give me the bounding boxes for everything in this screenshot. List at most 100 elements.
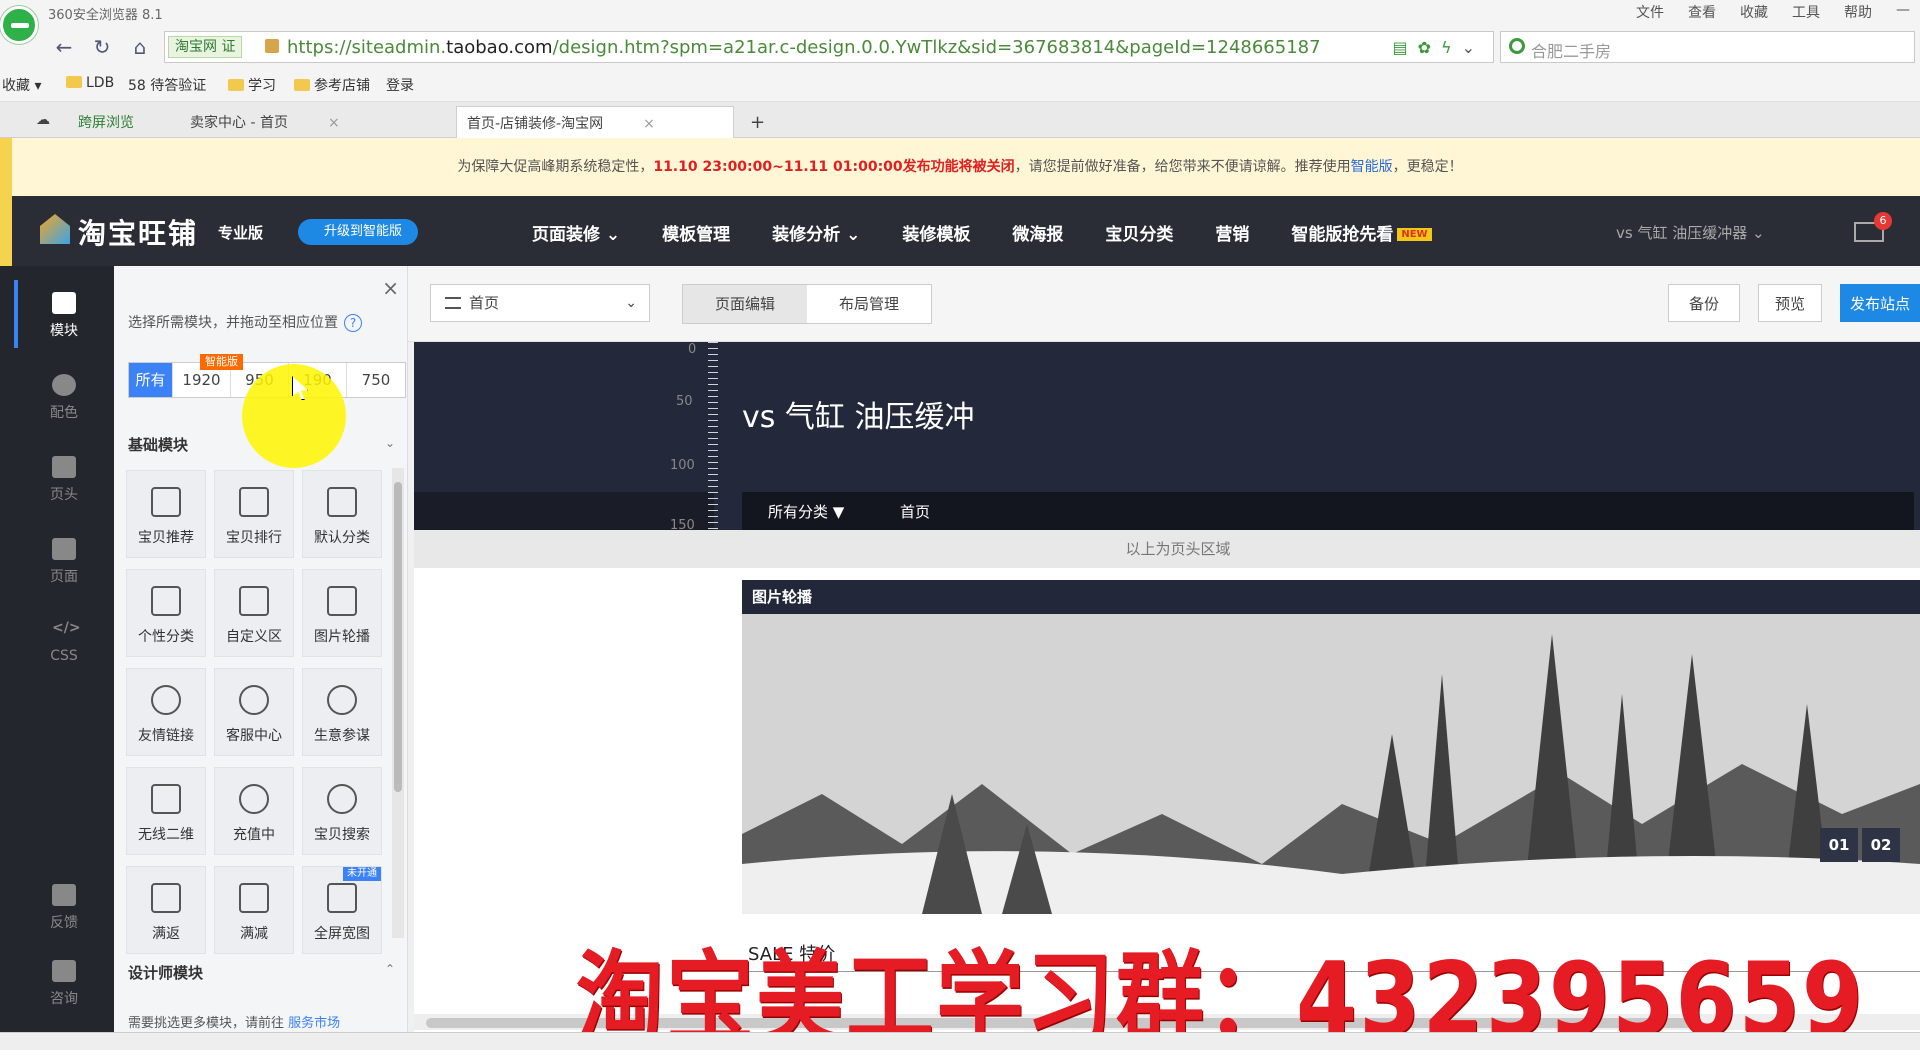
module-item[interactable]: 个性分类 bbox=[126, 569, 206, 657]
shop-select[interactable]: vs 气缸 油压缓冲器 ⌄ bbox=[1616, 222, 1765, 243]
home-icon[interactable]: ⌂ bbox=[126, 33, 154, 61]
header-nav: 页面装修 ⌄ 模板管理 装修分析 ⌄ 装修模板 微海报 宝贝分类 营销 智能版抢… bbox=[532, 220, 1474, 245]
editor-mode-tabs: 页面编辑 布局管理 bbox=[682, 284, 932, 324]
notice-link[interactable]: 智能版 bbox=[1351, 159, 1393, 175]
refresh-icon[interactable]: ↻ bbox=[88, 33, 116, 61]
page-select[interactable]: 首页 ⌄ bbox=[430, 284, 650, 322]
module-item[interactable]: 满减 bbox=[214, 866, 294, 954]
module-item[interactable]: 满返 bbox=[126, 866, 206, 954]
favorite-study[interactable]: 学习 bbox=[228, 75, 276, 95]
favorite-login[interactable]: 登录 bbox=[386, 75, 414, 95]
module-item[interactable]: 自定义区 bbox=[214, 569, 294, 657]
menu-tools[interactable]: 工具 bbox=[1792, 2, 1820, 22]
module-item[interactable]: 客服中心 bbox=[214, 668, 294, 756]
preview-button[interactable]: 预览 bbox=[1758, 284, 1822, 322]
width-tab-all[interactable]: 所有 bbox=[129, 363, 173, 397]
tab-shop-decoration[interactable]: 首页-店铺装修-淘宝网 × bbox=[456, 106, 734, 138]
module-item[interactable]: 友情链接 bbox=[126, 668, 206, 756]
carousel-module-title[interactable]: 图片轮播 bbox=[742, 580, 1920, 614]
chevron-down-icon[interactable]: ⌄ bbox=[1462, 38, 1475, 57]
width-tab-750[interactable]: 750 bbox=[347, 363, 405, 397]
rail-item-color[interactable]: 配色 bbox=[24, 374, 104, 422]
upgrade-button[interactable]: 升级到智能版 bbox=[298, 219, 418, 245]
palette-icon bbox=[52, 374, 76, 396]
module-item[interactable]: 宝贝推荐 bbox=[126, 470, 206, 558]
backup-button[interactable]: 备份 bbox=[1668, 284, 1740, 322]
nav-decoration-template[interactable]: 装修模板 bbox=[902, 220, 970, 245]
help-icon[interactable]: ? bbox=[344, 314, 362, 332]
shop-nav-all-categories[interactable]: 所有分类 ▼ bbox=[768, 501, 844, 522]
speed-icon[interactable]: ϟ bbox=[1441, 38, 1452, 57]
carousel-page-01[interactable]: 01 bbox=[1820, 828, 1858, 862]
url-text: https://siteadmin.taobao.com/design.htm?… bbox=[287, 37, 1321, 58]
favorites-menu[interactable]: 收藏 ▾ bbox=[2, 75, 41, 95]
nav-page-decoration[interactable]: 页面装修 ⌄ bbox=[532, 220, 620, 245]
tab-page-edit[interactable]: 页面编辑 bbox=[683, 285, 807, 323]
favorite-58[interactable]: 58 待答验证 bbox=[128, 75, 206, 95]
module-item[interactable]: 充值中 bbox=[214, 767, 294, 855]
rail-item-consult[interactable]: 咨询 bbox=[24, 960, 104, 1008]
favorite-ref-shop[interactable]: 参考店铺 bbox=[294, 75, 370, 95]
dollar-icon bbox=[239, 784, 269, 814]
nav-micro-poster[interactable]: 微海报 bbox=[1012, 220, 1063, 245]
compat-icon[interactable]: ✿ bbox=[1418, 38, 1431, 57]
tab-layout-manage[interactable]: 布局管理 bbox=[807, 285, 931, 323]
close-icon[interactable]: × bbox=[328, 115, 340, 131]
close-icon[interactable]: × bbox=[382, 276, 399, 300]
tab-cross-screen[interactable]: 跨屏浏览 bbox=[68, 106, 144, 138]
editor-toolbar: 首页 ⌄ 页面编辑 布局管理 备份 预览 发布站点 bbox=[408, 266, 1920, 342]
page-icon bbox=[52, 538, 76, 560]
menu-favorites[interactable]: 收藏 bbox=[1740, 2, 1768, 22]
left-rail: 模块 配色 页头 页面 </> CSS 反馈 咨询 bbox=[0, 266, 114, 1050]
panel-scrollbar[interactable] bbox=[392, 468, 404, 938]
module-item[interactable]: 默认分类 bbox=[302, 470, 382, 558]
tab-seller-center[interactable]: 卖家中心 - 首页 × bbox=[180, 106, 350, 138]
service-market-link[interactable]: 服务市场 bbox=[288, 1016, 340, 1031]
nav-item-category[interactable]: 宝贝分类 bbox=[1105, 220, 1173, 245]
compass-icon bbox=[327, 685, 357, 715]
ruler-label: 0 bbox=[688, 342, 697, 357]
designer-modules-title[interactable]: 设计师模块 bbox=[128, 962, 203, 983]
nav-marketing[interactable]: 营销 bbox=[1215, 220, 1249, 245]
rail-item-feedback[interactable]: 反馈 bbox=[24, 884, 104, 932]
search-input[interactable]: 合肥二手房 bbox=[1500, 31, 1915, 63]
module-grid-icon bbox=[52, 292, 76, 314]
minimize-icon[interactable]: — bbox=[1896, 2, 1910, 22]
menu-file[interactable]: 文件 bbox=[1636, 2, 1664, 22]
module-item[interactable]: 宝贝搜索 bbox=[302, 767, 382, 855]
close-icon[interactable]: × bbox=[643, 116, 655, 132]
module-item[interactable]: 未开通 全屏宽图 bbox=[302, 866, 382, 954]
reader-icon[interactable]: ▤ bbox=[1393, 38, 1408, 57]
image-carousel-icon bbox=[327, 586, 357, 616]
nav-decoration-analysis[interactable]: 装修分析 ⌄ bbox=[772, 220, 860, 245]
carousel-image[interactable]: 01 02 bbox=[742, 614, 1920, 914]
rail-item-header[interactable]: 页头 bbox=[24, 456, 104, 504]
url-input[interactable]: 淘宝网 证 https://siteadmin.taobao.com/desig… bbox=[164, 31, 1494, 63]
rail-item-css[interactable]: </> CSS bbox=[24, 620, 104, 664]
module-item[interactable]: 图片轮播 bbox=[302, 569, 382, 657]
module-item[interactable]: 无线二维 bbox=[126, 767, 206, 855]
cloud-icon[interactable]: ☁ bbox=[26, 106, 60, 138]
module-item[interactable]: 生意参谋 bbox=[302, 668, 382, 756]
nav-template-manage[interactable]: 模板管理 bbox=[662, 220, 730, 245]
menu-view[interactable]: 查看 bbox=[1688, 2, 1716, 22]
rail-item-page[interactable]: 页面 bbox=[24, 538, 104, 586]
rail-item-module[interactable]: 模块 bbox=[24, 292, 104, 340]
scroll-thumb[interactable] bbox=[394, 482, 402, 792]
site-verified-chip[interactable]: 淘宝网 证 bbox=[168, 36, 243, 58]
menu-help[interactable]: 帮助 bbox=[1844, 2, 1872, 22]
mail-count-badge: 6 bbox=[1874, 212, 1892, 230]
edit-icon bbox=[52, 884, 76, 906]
chevron-up-icon[interactable]: ⌃ bbox=[385, 962, 395, 976]
back-arrow-icon[interactable]: ← bbox=[50, 33, 78, 61]
shop-nav-home[interactable]: 首页 bbox=[900, 501, 930, 522]
nav-smart-preview[interactable]: 智能版抢先看 NEW bbox=[1291, 220, 1432, 245]
new-tab-icon[interactable]: + bbox=[740, 106, 775, 138]
shop-nav: 所有分类 ▼ 首页 bbox=[742, 492, 1914, 530]
carousel-page-02[interactable]: 02 bbox=[1862, 828, 1900, 862]
chevron-down-icon[interactable]: ⌄ bbox=[385, 436, 395, 450]
module-item[interactable]: 宝贝排行 bbox=[214, 470, 294, 558]
favorite-ldb[interactable]: LDB bbox=[66, 75, 114, 91]
basic-modules-title[interactable]: 基础模块 bbox=[128, 434, 188, 455]
publish-button[interactable]: 发布站点 bbox=[1840, 284, 1920, 322]
